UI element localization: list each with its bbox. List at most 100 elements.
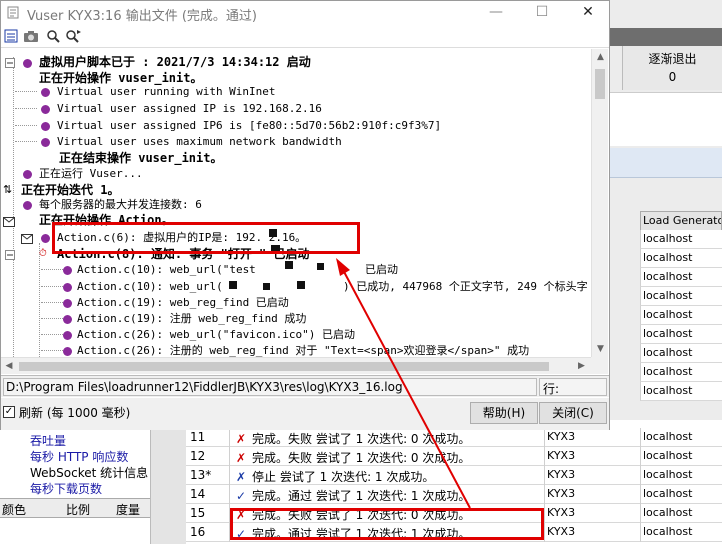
graph-item-pages-downloaded[interactable]: 每秒下载页数	[30, 480, 102, 497]
log-line: 正在运行 Vuser...	[39, 167, 143, 180]
close-button[interactable]: 关闭(C)	[539, 402, 607, 424]
redaction-blot	[317, 263, 324, 270]
scroll-corner	[591, 357, 608, 374]
scroll-right-icon[interactable]: ▶	[573, 358, 590, 374]
window-title: Vuser KYX3:16 输出文件 (完成。通过)	[27, 9, 258, 24]
log-line: 已启动	[365, 263, 398, 276]
fail-icon: ✗	[236, 432, 247, 446]
log-entry-icon	[39, 86, 52, 99]
log-line: Action.c(19): web_reg_find 已启动	[77, 296, 289, 309]
scroll-thumb[interactable]	[19, 362, 549, 371]
close-window-button[interactable]: ✕	[565, 1, 611, 25]
host-cell: localhost	[640, 523, 722, 542]
lg-cell: localhost	[640, 325, 722, 344]
bg-panel	[610, 92, 722, 146]
dialog-footer: ✓ 刷新 (每 1000 毫秒) 帮助(H) 关闭(C)	[1, 398, 609, 430]
host-cell: localhost	[640, 504, 722, 523]
scroll-up-icon[interactable]: ▲	[592, 49, 609, 65]
scroll-thumb[interactable]	[595, 69, 605, 99]
vuser-id: 12	[186, 447, 230, 466]
highlight-box	[52, 222, 360, 254]
tree-guide	[41, 350, 63, 351]
legend-columns: 颜色 比例 度量	[0, 498, 150, 518]
redaction-blot	[297, 281, 305, 289]
log-output[interactable]: 虚拟用户脚本已于 : 2021/7/3 14:34:12 启动 正在开始操作 v…	[1, 49, 591, 357]
table-row[interactable]: 14 ✓ 完成。通过 尝试了 1 次迭代: 1 次成功。 KYX3 localho…	[186, 485, 722, 504]
vuser-id: 14	[186, 485, 230, 504]
tree-guide	[41, 302, 63, 303]
log-entry-icon	[61, 297, 74, 310]
pass-icon: ✓	[236, 489, 247, 503]
log-line: Action.c(26): web_url("favicon.ico") 已启动	[77, 328, 356, 341]
script-cell: KYX3	[544, 447, 640, 466]
log-entry-icon	[61, 329, 74, 342]
help-button[interactable]: 帮助(H)	[470, 402, 538, 424]
find-next-icon[interactable]	[65, 29, 81, 45]
stop-icon: ✗	[236, 470, 247, 484]
host-cell: localhost	[640, 447, 722, 466]
table-row[interactable]: 11 ✗ 完成。失败 尝试了 1 次迭代: 0 次成功。 KYX3 localho…	[186, 428, 722, 447]
script-cell: KYX3	[544, 466, 640, 485]
tree-guide	[41, 318, 63, 319]
log-line: Virtual user running with WinInet	[57, 85, 276, 98]
graph-item-throughput[interactable]: 吞吐量	[30, 432, 66, 449]
camera-icon[interactable]	[23, 29, 39, 45]
log-entry-icon	[21, 199, 34, 212]
log-entry-icon	[61, 281, 74, 294]
tree-guide	[15, 125, 37, 126]
find-icon[interactable]	[45, 29, 61, 45]
vuser-status: ✓ 完成。通过 尝试了 1 次迭代: 1 次成功。	[236, 489, 471, 503]
horizontal-scrollbar[interactable]: ◀ ▶	[1, 357, 591, 374]
script-cell: KYX3	[544, 485, 640, 504]
list-icon[interactable]	[3, 29, 19, 45]
refresh-label: 刷新 (每 1000 毫秒)	[19, 406, 131, 420]
host-cell: localhost	[640, 485, 722, 504]
app-icon	[7, 6, 19, 19]
exit-header: 逐渐退出	[648, 52, 697, 66]
tree-guide	[15, 141, 37, 142]
graph-item-http-responses[interactable]: 每秒 HTTP 响应数	[30, 448, 128, 465]
log-line: Action.c(10): web_url("test	[77, 263, 256, 276]
tree-guide	[41, 334, 63, 335]
toolbar	[1, 26, 609, 48]
vuser-id: 13*	[186, 466, 230, 485]
vertical-scrollbar[interactable]: ▲ ▼	[591, 49, 608, 357]
lg-cell: localhost	[640, 287, 722, 306]
redaction-blot	[263, 283, 270, 290]
host-cell: localhost	[640, 466, 722, 485]
maximize-button[interactable]: ☐	[519, 1, 565, 25]
script-cell: KYX3	[544, 523, 640, 542]
log-line: 正在开始操作 vuser_init。	[39, 71, 203, 85]
vuser-id: 15	[186, 504, 230, 523]
log-entry-icon	[39, 232, 52, 245]
log-entry-icon	[61, 313, 74, 326]
refresh-checkbox[interactable]: ✓	[3, 406, 15, 418]
graph-item-websocket[interactable]: WebSocket 统计信息	[30, 464, 148, 481]
vertical-scrollbar[interactable]	[150, 420, 186, 544]
lg-cell: localhost	[640, 344, 722, 363]
tree-guide	[13, 57, 14, 357]
log-entry-icon	[21, 57, 34, 70]
load-generator-header[interactable]: Load Generator	[640, 211, 722, 231]
table-row[interactable]: 13* ✗ 停止 尝试了 1 次迭代: 1 次成功。 KYX3 localhost	[186, 466, 722, 485]
log-entry-icon	[39, 120, 52, 133]
table-row[interactable]: 12 ✗ 完成。失败 尝试了 1 次迭代: 0 次成功。 KYX3 localho…	[186, 447, 722, 466]
scroll-down-icon[interactable]: ▼	[592, 341, 609, 357]
vuser-status: ✗ 停止 尝试了 1 次迭代: 1 次成功。	[236, 470, 435, 484]
log-path: D:\Program Files\loadrunner12\FiddlerJB\…	[3, 378, 537, 396]
scroll-left-icon[interactable]: ◀	[1, 358, 17, 374]
title-bar[interactable]: Vuser KYX3:16 输出文件 (完成。通过) — ☐ ✕	[1, 1, 609, 25]
expand-icon[interactable]	[5, 57, 15, 68]
col-scale[interactable]: 比例	[66, 501, 90, 518]
expand-icon[interactable]	[5, 249, 15, 260]
log-entry-icon	[39, 136, 52, 149]
measurement-pane: 吞吐量 每秒 HTTP 响应数 WebSocket 统计信息 每秒下载页数 颜色…	[0, 420, 150, 544]
log-line: Action.c(10): web_url(	[77, 280, 223, 293]
col-color[interactable]: 颜色	[2, 501, 26, 518]
log-entry-icon	[21, 168, 34, 181]
transaction-icon: ⏱	[39, 248, 47, 259]
minimize-button[interactable]: —	[473, 1, 519, 25]
col-measure[interactable]: 度量	[116, 501, 140, 518]
envelope-icon	[3, 216, 15, 227]
tree-guide	[15, 108, 37, 109]
